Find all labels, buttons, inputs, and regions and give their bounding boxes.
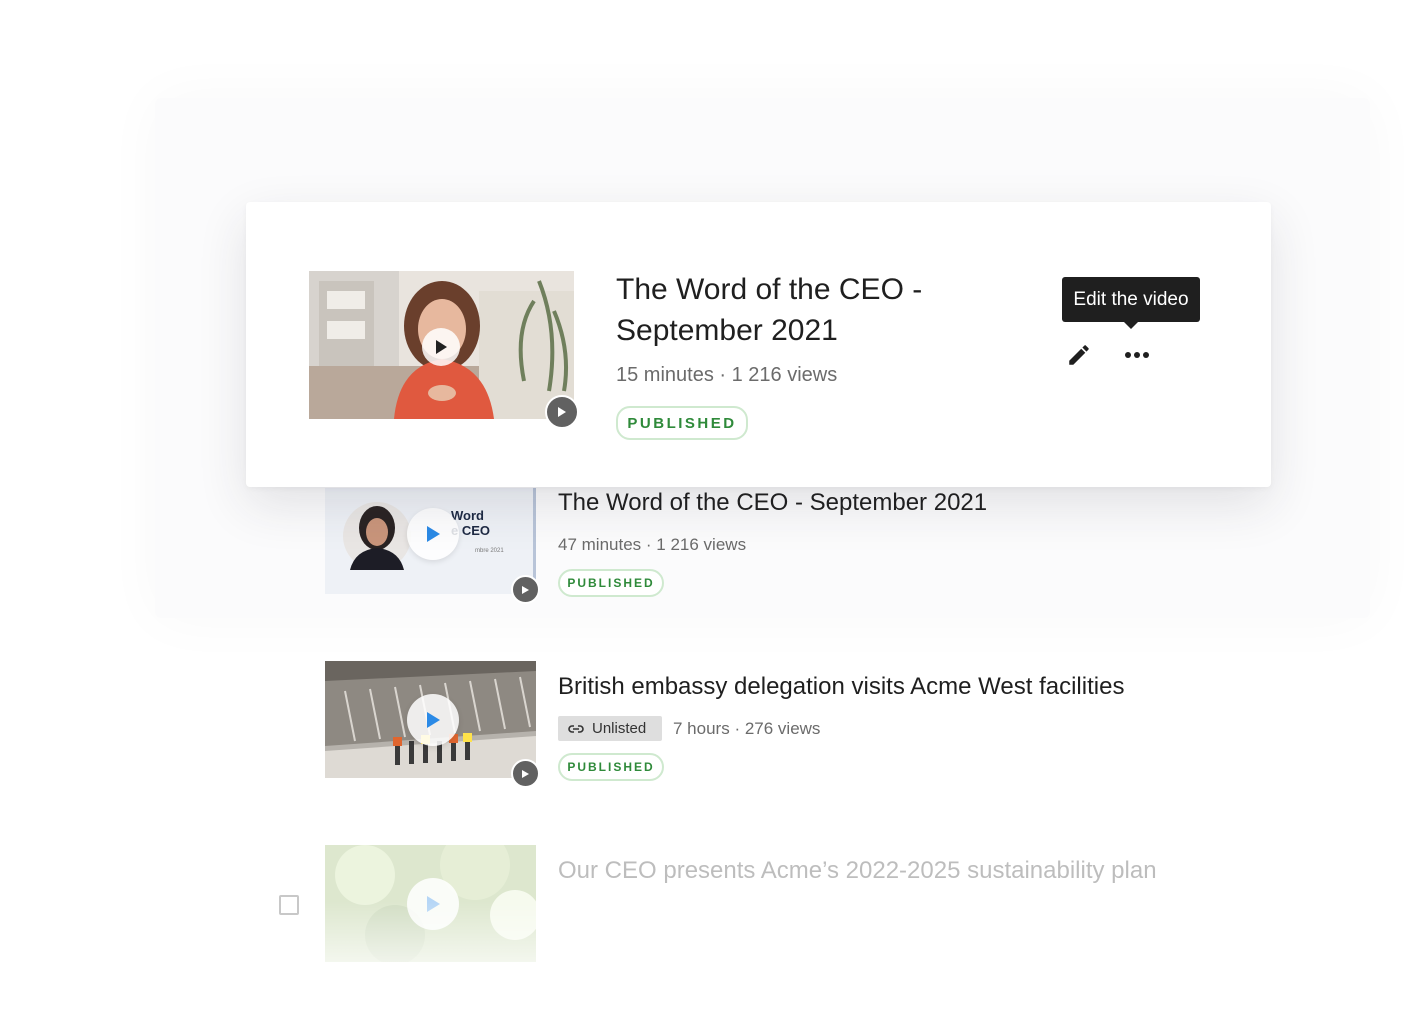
featured-thumbnail[interactable]	[309, 271, 579, 429]
visibility-chip: Unlisted	[558, 716, 662, 741]
status-badge: PUBLISHED	[616, 406, 748, 440]
link-icon	[568, 724, 584, 733]
video-thumbnail[interactable]: mbre 2021 Word e CEO	[325, 488, 540, 604]
thumbnail-caption-1: Word	[451, 508, 484, 523]
featured-duration: 15 minutes	[616, 364, 714, 386]
featured-title-line2: September 2021	[616, 314, 838, 347]
video-title[interactable]: British embassy delegation visits Acme W…	[558, 673, 1124, 701]
preview-play-icon[interactable]	[511, 575, 540, 604]
svg-text:mbre 2021: mbre 2021	[475, 548, 504, 554]
video-meta: 47 minutes · 1 216 views	[558, 535, 747, 554]
pencil-icon	[1069, 345, 1089, 365]
play-icon[interactable]	[407, 694, 459, 746]
more-horizontal-icon	[1125, 352, 1149, 358]
status-badge: PUBLISHED	[558, 753, 664, 781]
edit-tooltip: Edit the video	[1062, 277, 1200, 329]
edit-video-button[interactable]	[1064, 340, 1094, 370]
featured-title-line1: The Word of the CEO -	[616, 273, 923, 306]
fade-overlay	[300, 900, 1260, 1026]
select-checkbox[interactable]	[279, 895, 299, 915]
video-duration: 47 minutes	[558, 535, 642, 554]
video-views: 1 216 views	[656, 535, 747, 554]
visibility-label: Unlisted	[592, 720, 647, 737]
featured-views: 1 216 views	[731, 364, 838, 386]
featured-meta: 15 minutes · 1 216 views	[616, 364, 838, 386]
video-thumbnail[interactable]	[325, 661, 540, 788]
status-badge: PUBLISHED	[558, 569, 664, 597]
video-duration: 7 hours	[673, 719, 730, 738]
play-icon[interactable]	[407, 508, 459, 560]
more-options-button[interactable]	[1122, 340, 1152, 370]
video-title[interactable]: Our CEO presents Acme’s 2022-2025 sustai…	[558, 857, 1157, 885]
video-title[interactable]: The Word of the CEO - September 2021	[558, 489, 987, 517]
video-meta: 7 hours · 276 views	[673, 719, 821, 738]
featured-title[interactable]: The Word of the CEO - September 2021	[616, 269, 922, 351]
preview-play-icon[interactable]	[545, 395, 579, 429]
preview-play-icon[interactable]	[511, 759, 540, 788]
video-views: 276 views	[744, 719, 821, 738]
play-icon[interactable]	[422, 328, 460, 366]
